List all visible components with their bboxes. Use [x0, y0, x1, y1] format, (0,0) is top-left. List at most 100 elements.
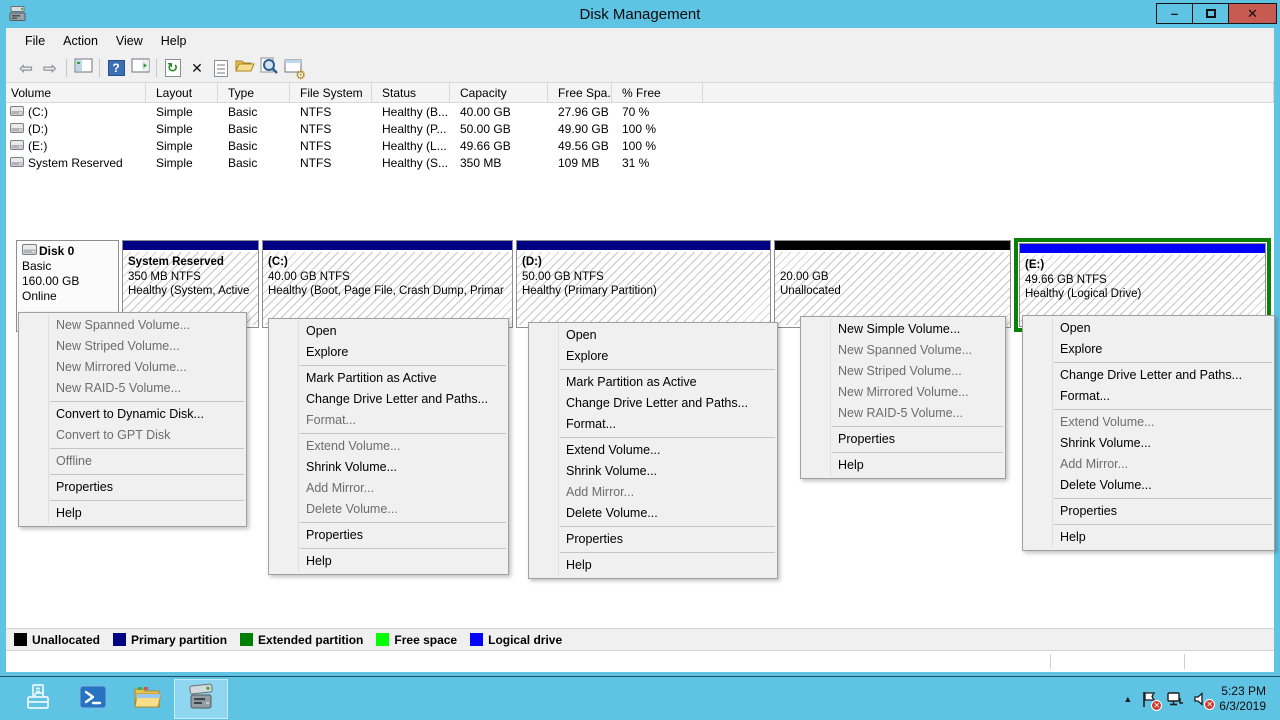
volume-muted-icon[interactable]: ✕ — [1193, 691, 1210, 707]
column-header-layout[interactable]: Layout — [146, 83, 218, 102]
menu-item-new-simple-volume[interactable]: New Simple Volume... — [801, 319, 1005, 340]
menu-item-open[interactable]: Open — [529, 325, 777, 346]
show-action-pane-button[interactable] — [128, 56, 152, 80]
menu-item-new-striped-volume[interactable]: New Striped Volume... — [19, 336, 246, 357]
menu-item-shrink-volume[interactable]: Shrink Volume... — [1023, 433, 1274, 454]
taskbar-server-manager-button[interactable] — [12, 679, 66, 719]
menu-item-new-raid5-volume[interactable]: New RAID-5 Volume... — [801, 403, 1005, 424]
menu-item-properties[interactable]: Properties — [801, 429, 1005, 450]
maximize-button[interactable] — [1192, 3, 1229, 24]
menu-item-convert-to-gpt-disk[interactable]: Convert to GPT Disk — [19, 425, 246, 446]
refresh-button[interactable]: ↻ — [161, 56, 185, 80]
menu-item-convert-to-dynamic-disk[interactable]: Convert to Dynamic Disk... — [19, 404, 246, 425]
menu-item-new-mirrored-volume[interactable]: New Mirrored Volume... — [19, 357, 246, 378]
taskbar-disk-management-button[interactable] — [174, 679, 228, 719]
menu-item-change-drive-letter[interactable]: Change Drive Letter and Paths... — [269, 389, 508, 410]
show-hidden-icons-button[interactable]: ▲ — [1123, 694, 1132, 704]
column-header-free-space[interactable]: Free Spa... — [548, 83, 612, 102]
menu-item-delete-volume[interactable]: Delete Volume... — [269, 499, 508, 520]
menu-item-new-spanned-volume[interactable]: New Spanned Volume... — [801, 340, 1005, 361]
menu-item-mark-partition-active[interactable]: Mark Partition as Active — [269, 368, 508, 389]
menu-item-help[interactable]: Help — [529, 555, 777, 576]
column-header-pct-free[interactable]: % Free — [612, 83, 703, 102]
column-header-file-system[interactable]: File System — [290, 83, 372, 102]
volume-row-e[interactable]: (E:) Simple Basic NTFS Healthy (L... 49.… — [6, 137, 1274, 154]
column-header-status[interactable]: Status — [372, 83, 450, 102]
forward-button[interactable]: ⇨ — [38, 56, 62, 80]
menu-item-properties[interactable]: Properties — [1023, 501, 1274, 522]
menu-item-change-drive-letter[interactable]: Change Drive Letter and Paths... — [529, 393, 777, 414]
refresh-icon: ↻ — [165, 59, 181, 77]
taskbar-powershell-button[interactable] — [66, 679, 120, 719]
layout-cell: Simple — [146, 139, 218, 153]
menu-item-add-mirror[interactable]: Add Mirror... — [269, 478, 508, 499]
menu-item-explore[interactable]: Explore — [1023, 339, 1274, 360]
partition-size: 20.00 GB — [780, 270, 1005, 285]
menu-item-explore[interactable]: Explore — [269, 342, 508, 363]
snap-in-button[interactable]: ⚙ — [281, 56, 305, 80]
open-button[interactable] — [233, 56, 257, 80]
partition-d[interactable]: (D:) 50.00 GB NTFS Healthy (Primary Part… — [516, 240, 771, 328]
menu-item-shrink-volume[interactable]: Shrink Volume... — [269, 457, 508, 478]
layout-cell: Simple — [146, 122, 218, 136]
column-header-type[interactable]: Type — [218, 83, 290, 102]
menu-item-open[interactable]: Open — [269, 321, 508, 342]
column-header-volume[interactable]: Volume — [6, 83, 146, 102]
menu-item-properties[interactable]: Properties — [269, 525, 508, 546]
zoom-button[interactable] — [257, 56, 281, 80]
partition-c[interactable]: (C:) 40.00 GB NTFS Healthy (Boot, Page F… — [262, 240, 513, 328]
menu-item-change-drive-letter[interactable]: Change Drive Letter and Paths... — [1023, 365, 1274, 386]
capacity-cell: 49.66 GB — [450, 139, 548, 153]
menu-item-delete-volume[interactable]: Delete Volume... — [1023, 475, 1274, 496]
menu-view[interactable]: View — [107, 30, 152, 52]
menu-file[interactable]: File — [16, 30, 54, 52]
action-center-flag-icon[interactable]: ✕ — [1141, 691, 1157, 708]
menu-item-offline[interactable]: Offline — [19, 451, 246, 472]
fs-cell: NTFS — [290, 105, 372, 119]
volume-row-c[interactable]: (C:) Simple Basic NTFS Healthy (B... 40.… — [6, 103, 1274, 120]
disk-name: Disk 0 — [39, 244, 74, 259]
delete-button[interactable]: ✕ — [185, 56, 209, 80]
menu-item-extend-volume[interactable]: Extend Volume... — [1023, 412, 1274, 433]
menu-item-delete-volume[interactable]: Delete Volume... — [529, 503, 777, 524]
taskbar-clock[interactable]: 5:23 PM 6/3/2019 — [1219, 684, 1272, 714]
menu-item-properties[interactable]: Properties — [529, 529, 777, 550]
back-button[interactable]: ⇦ — [14, 56, 38, 80]
menu-item-help[interactable]: Help — [19, 503, 246, 524]
column-header-capacity[interactable]: Capacity — [450, 83, 548, 102]
menu-item-help[interactable]: Help — [269, 551, 508, 572]
legend-primary-partition: Primary partition — [113, 633, 227, 647]
volume-row-d[interactable]: (D:) Simple Basic NTFS Healthy (P... 50.… — [6, 120, 1274, 137]
show-console-tree-button[interactable] — [71, 56, 95, 80]
menu-item-extend-volume[interactable]: Extend Volume... — [269, 436, 508, 457]
menu-item-help[interactable]: Help — [1023, 527, 1274, 548]
properties-button[interactable] — [209, 56, 233, 80]
menu-item-new-mirrored-volume[interactable]: New Mirrored Volume... — [801, 382, 1005, 403]
menu-item-help[interactable]: Help — [801, 455, 1005, 476]
network-status-icon[interactable] — [1166, 691, 1184, 707]
menu-item-add-mirror[interactable]: Add Mirror... — [529, 482, 777, 503]
chevron-up-icon: ▲ — [1123, 694, 1132, 704]
volume-row-system-reserved[interactable]: System Reserved Simple Basic NTFS Health… — [6, 154, 1274, 171]
menu-item-format[interactable]: Format... — [529, 414, 777, 435]
menu-item-open[interactable]: Open — [1023, 318, 1274, 339]
menu-item-format[interactable]: Format... — [269, 410, 508, 431]
partition-unallocated[interactable]: 20.00 GB Unallocated — [774, 240, 1011, 328]
menu-item-explore[interactable]: Explore — [529, 346, 777, 367]
server-manager-icon — [24, 682, 54, 717]
menu-item-properties[interactable]: Properties — [19, 477, 246, 498]
help-button[interactable]: ? — [104, 56, 128, 80]
menu-item-extend-volume[interactable]: Extend Volume... — [529, 440, 777, 461]
menu-item-new-spanned-volume[interactable]: New Spanned Volume... — [19, 315, 246, 336]
taskbar-file-explorer-button[interactable] — [120, 679, 174, 719]
menu-action[interactable]: Action — [54, 30, 107, 52]
minimize-button[interactable]: – — [1156, 3, 1193, 24]
menu-help[interactable]: Help — [152, 30, 196, 52]
menu-item-mark-partition-active[interactable]: Mark Partition as Active — [529, 372, 777, 393]
menu-item-add-mirror[interactable]: Add Mirror... — [1023, 454, 1274, 475]
menu-item-shrink-volume[interactable]: Shrink Volume... — [529, 461, 777, 482]
close-button[interactable]: ✕ — [1228, 3, 1277, 24]
menu-item-new-raid5-volume[interactable]: New RAID-5 Volume... — [19, 378, 246, 399]
menu-item-new-striped-volume[interactable]: New Striped Volume... — [801, 361, 1005, 382]
menu-item-format[interactable]: Format... — [1023, 386, 1274, 407]
